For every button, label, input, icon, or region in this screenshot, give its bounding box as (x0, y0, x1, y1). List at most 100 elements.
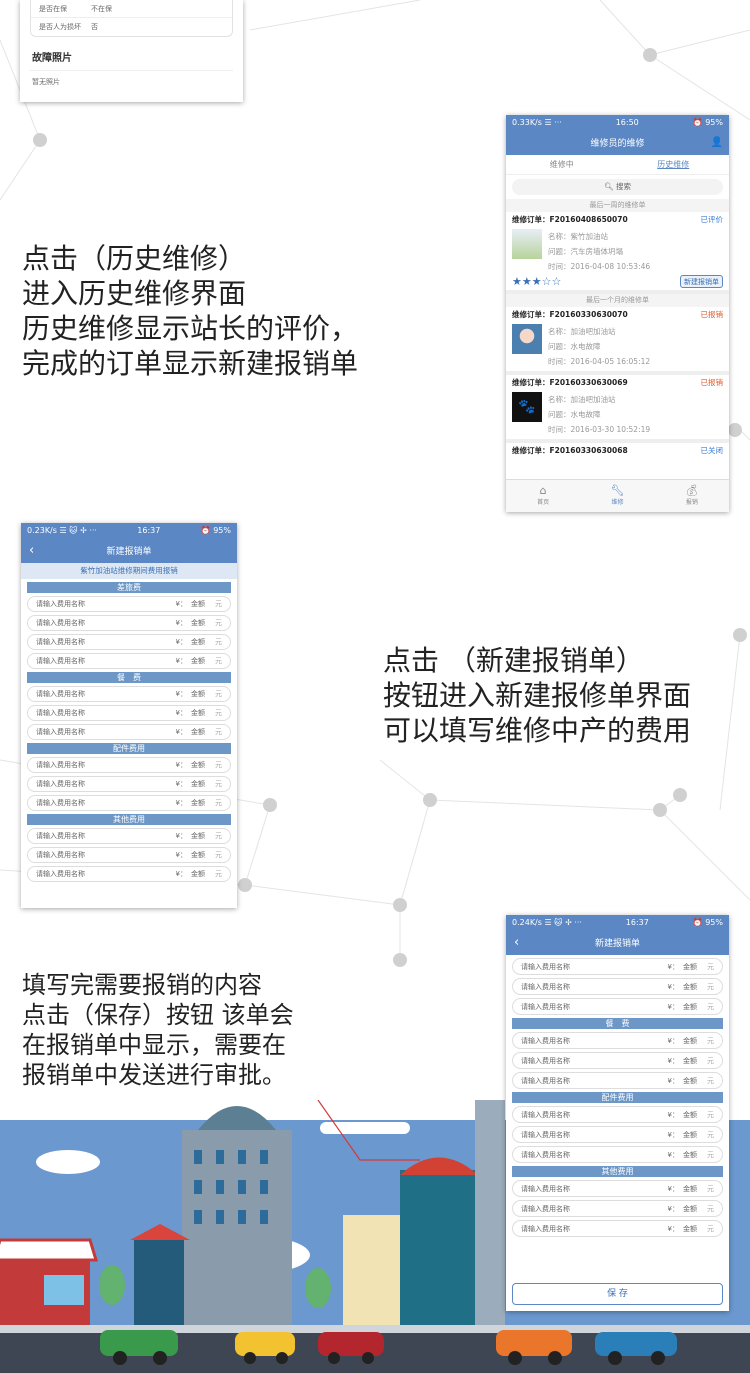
amount-field[interactable]: 金额 (683, 1224, 697, 1234)
user-icon[interactable]: 👤 (711, 137, 723, 148)
back-icon[interactable]: ‹ (29, 543, 34, 558)
amount-field[interactable]: 金额 (191, 708, 205, 718)
expense-name-field[interactable]: 请输入费用名称 (36, 869, 176, 879)
amount-field[interactable]: 金额 (683, 1076, 697, 1086)
expense-input[interactable]: 请输入费用名称 ¥： 金额 元 (512, 1072, 723, 1089)
expense-input[interactable]: 请输入费用名称 ¥： 金额 元 (512, 1220, 723, 1237)
expense-input[interactable]: 请输入费用名称 ¥： 金额 元 (512, 1146, 723, 1163)
expense-name-field[interactable]: 请输入费用名称 (36, 689, 176, 699)
expense-input[interactable]: 请输入费用名称 ¥： 金额 元 (512, 1106, 723, 1123)
new-reimbursement-button[interactable]: 新建报销单 (680, 275, 723, 288)
amount-field[interactable]: 金额 (191, 656, 205, 666)
expense-input[interactable]: 请输入费用名称 ¥： 金额 元 (27, 795, 231, 811)
expense-input[interactable]: 请输入费用名称 ¥： 金额 元 (512, 1032, 723, 1049)
yen-label: ¥： (175, 780, 187, 788)
expense-input[interactable]: 请输入费用名称 ¥： 金额 元 (512, 1126, 723, 1143)
amount-field[interactable]: 金额 (191, 798, 205, 808)
tab-history[interactable]: 历史维修 (618, 159, 730, 170)
expense-name-field[interactable]: 请输入费用名称 (521, 1076, 668, 1086)
expense-input[interactable]: 请输入费用名称 ¥： 金额 元 (512, 1052, 723, 1069)
expense-name-field[interactable]: 请输入费用名称 (521, 1184, 668, 1194)
expense-input[interactable]: 请输入费用名称 ¥： 金额 元 (512, 1200, 723, 1217)
amount-field[interactable]: 金额 (683, 962, 697, 972)
expense-input[interactable]: 请输入费用名称 ¥： 金额 元 (27, 757, 231, 773)
expense-name-field[interactable]: 请输入费用名称 (521, 1204, 668, 1214)
expense-name-field[interactable]: 请输入费用名称 (36, 798, 176, 808)
expense-name-field[interactable]: 请输入费用名称 (36, 599, 176, 609)
expense-input[interactable]: 请输入费用名称 ¥： 金额 元 (27, 866, 231, 882)
amount-field[interactable]: 金额 (191, 760, 205, 770)
expense-name-field[interactable]: 请输入费用名称 (521, 1056, 668, 1066)
expense-name-field[interactable]: 请输入费用名称 (36, 637, 176, 647)
expense-name-field[interactable]: 请输入费用名称 (521, 1110, 668, 1120)
expense-name-field[interactable]: 请输入费用名称 (36, 779, 176, 789)
yen-label: ¥： (175, 851, 187, 859)
expense-name-field[interactable]: 请输入费用名称 (521, 1036, 668, 1046)
tab-repairing[interactable]: 维修中 (506, 159, 618, 170)
expense-name-field[interactable]: 请输入费用名称 (521, 1002, 668, 1012)
order-item[interactable]: 维修订单：F20160330630069 已报销 🐾 名称：加油吧加油站 问题：水电… (506, 375, 729, 443)
amount-field[interactable]: 金额 (683, 1150, 697, 1160)
expense-name-field[interactable]: 请输入费用名称 (36, 708, 176, 718)
expense-input[interactable]: 请输入费用名称 ¥： 金额 元 (27, 615, 231, 631)
expense-input[interactable]: 请输入费用名称 ¥： 金额 元 (27, 776, 231, 792)
expense-name-field[interactable]: 请输入费用名称 (36, 831, 176, 841)
tab-reimburse[interactable]: 💰︎ 报销 (655, 480, 729, 512)
expense-name-field[interactable]: 请输入费用名称 (521, 1130, 668, 1140)
expense-name-field[interactable]: 请输入费用名称 (521, 1224, 668, 1234)
amount-field[interactable]: 金额 (191, 599, 205, 609)
expense-input[interactable]: 请输入费用名称 ¥： 金额 元 (27, 596, 231, 612)
expense-input[interactable]: 请输入费用名称 ¥： 金额 元 (27, 828, 231, 844)
expense-input[interactable]: 请输入费用名称 ¥： 金额 元 (512, 1180, 723, 1197)
amount-field[interactable]: 金额 (683, 1002, 697, 1012)
amount-field[interactable]: 金额 (191, 779, 205, 789)
order-item[interactable]: 维修订单：F20160408650070 已评价 名称：紫竹加油站 问题：汽车房墙体… (506, 212, 729, 294)
order-item[interactable]: 维修订单：F20160330630068 已关闭 (506, 443, 729, 458)
expense-name-field[interactable]: 请输入费用名称 (521, 982, 668, 992)
save-button[interactable]: 保 存 (512, 1283, 723, 1305)
expense-name-field[interactable]: 请输入费用名称 (521, 1150, 668, 1160)
yen-label: ¥： (667, 1130, 679, 1139)
yen-label: ¥： (175, 690, 187, 698)
unit-label: 元 (707, 1204, 714, 1213)
tab-home[interactable]: ⌂ 首页 (506, 480, 580, 512)
search-input[interactable]: 🔍︎ 搜索 (512, 179, 723, 195)
tab-repair[interactable]: 🔧︎ 维修 (580, 480, 654, 512)
amount-field[interactable]: 金额 (191, 689, 205, 699)
back-icon[interactable]: ‹ (514, 935, 519, 950)
order-item[interactable]: 维修订单：F20160330630070 已报销 名称：加油吧加油站 问题：水电故障… (506, 307, 729, 375)
expense-name-field[interactable]: 请输入费用名称 (36, 727, 176, 737)
amount-field[interactable]: 金额 (191, 727, 205, 737)
unit-label: 元 (707, 1002, 714, 1011)
amount-field[interactable]: 金额 (683, 1056, 697, 1066)
amount-field[interactable]: 金额 (191, 831, 205, 841)
expense-name-field[interactable]: 请输入费用名称 (36, 850, 176, 860)
expense-input[interactable]: 请输入费用名称 ¥： 金额 元 (27, 705, 231, 721)
expense-input[interactable]: 请输入费用名称 ¥： 金额 元 (27, 847, 231, 863)
amount-field[interactable]: 金额 (683, 1184, 697, 1194)
amount-field[interactable]: 金额 (191, 637, 205, 647)
expense-input[interactable]: 请输入费用名称 ¥： 金额 元 (27, 724, 231, 740)
expense-name-field[interactable]: 请输入费用名称 (36, 618, 176, 628)
expense-input[interactable]: 请输入费用名称 ¥： 金额 元 (512, 998, 723, 1015)
expense-name-field[interactable]: 请输入费用名称 (36, 760, 176, 770)
amount-field[interactable]: 金额 (683, 1204, 697, 1214)
amount-field[interactable]: 金额 (683, 1036, 697, 1046)
expense-input[interactable]: 请输入费用名称 ¥： 金额 元 (27, 634, 231, 650)
amount-field[interactable]: 金额 (683, 1110, 697, 1120)
expense-name-field[interactable]: 请输入费用名称 (521, 962, 668, 972)
amount-field[interactable]: 金额 (683, 1130, 697, 1140)
yen-label: ¥： (667, 1002, 679, 1011)
yen-label: ¥： (175, 832, 187, 840)
expense-input[interactable]: 请输入费用名称 ¥： 金额 元 (27, 653, 231, 669)
status-bar: 0.24K/s ☰ 🐱 ✢ ··· 16:37 ⏰ 95% (506, 915, 729, 929)
expense-name-field[interactable]: 请输入费用名称 (36, 656, 176, 666)
unit-label: 元 (215, 799, 222, 807)
amount-field[interactable]: 金额 (191, 618, 205, 628)
amount-field[interactable]: 金额 (191, 850, 205, 860)
expense-input[interactable]: 请输入费用名称 ¥： 金额 元 (27, 686, 231, 702)
amount-field[interactable]: 金额 (191, 869, 205, 879)
expense-input[interactable]: 请输入费用名称 ¥： 金额 元 (512, 958, 723, 975)
expense-input[interactable]: 请输入费用名称 ¥： 金额 元 (512, 978, 723, 995)
amount-field[interactable]: 金额 (683, 982, 697, 992)
